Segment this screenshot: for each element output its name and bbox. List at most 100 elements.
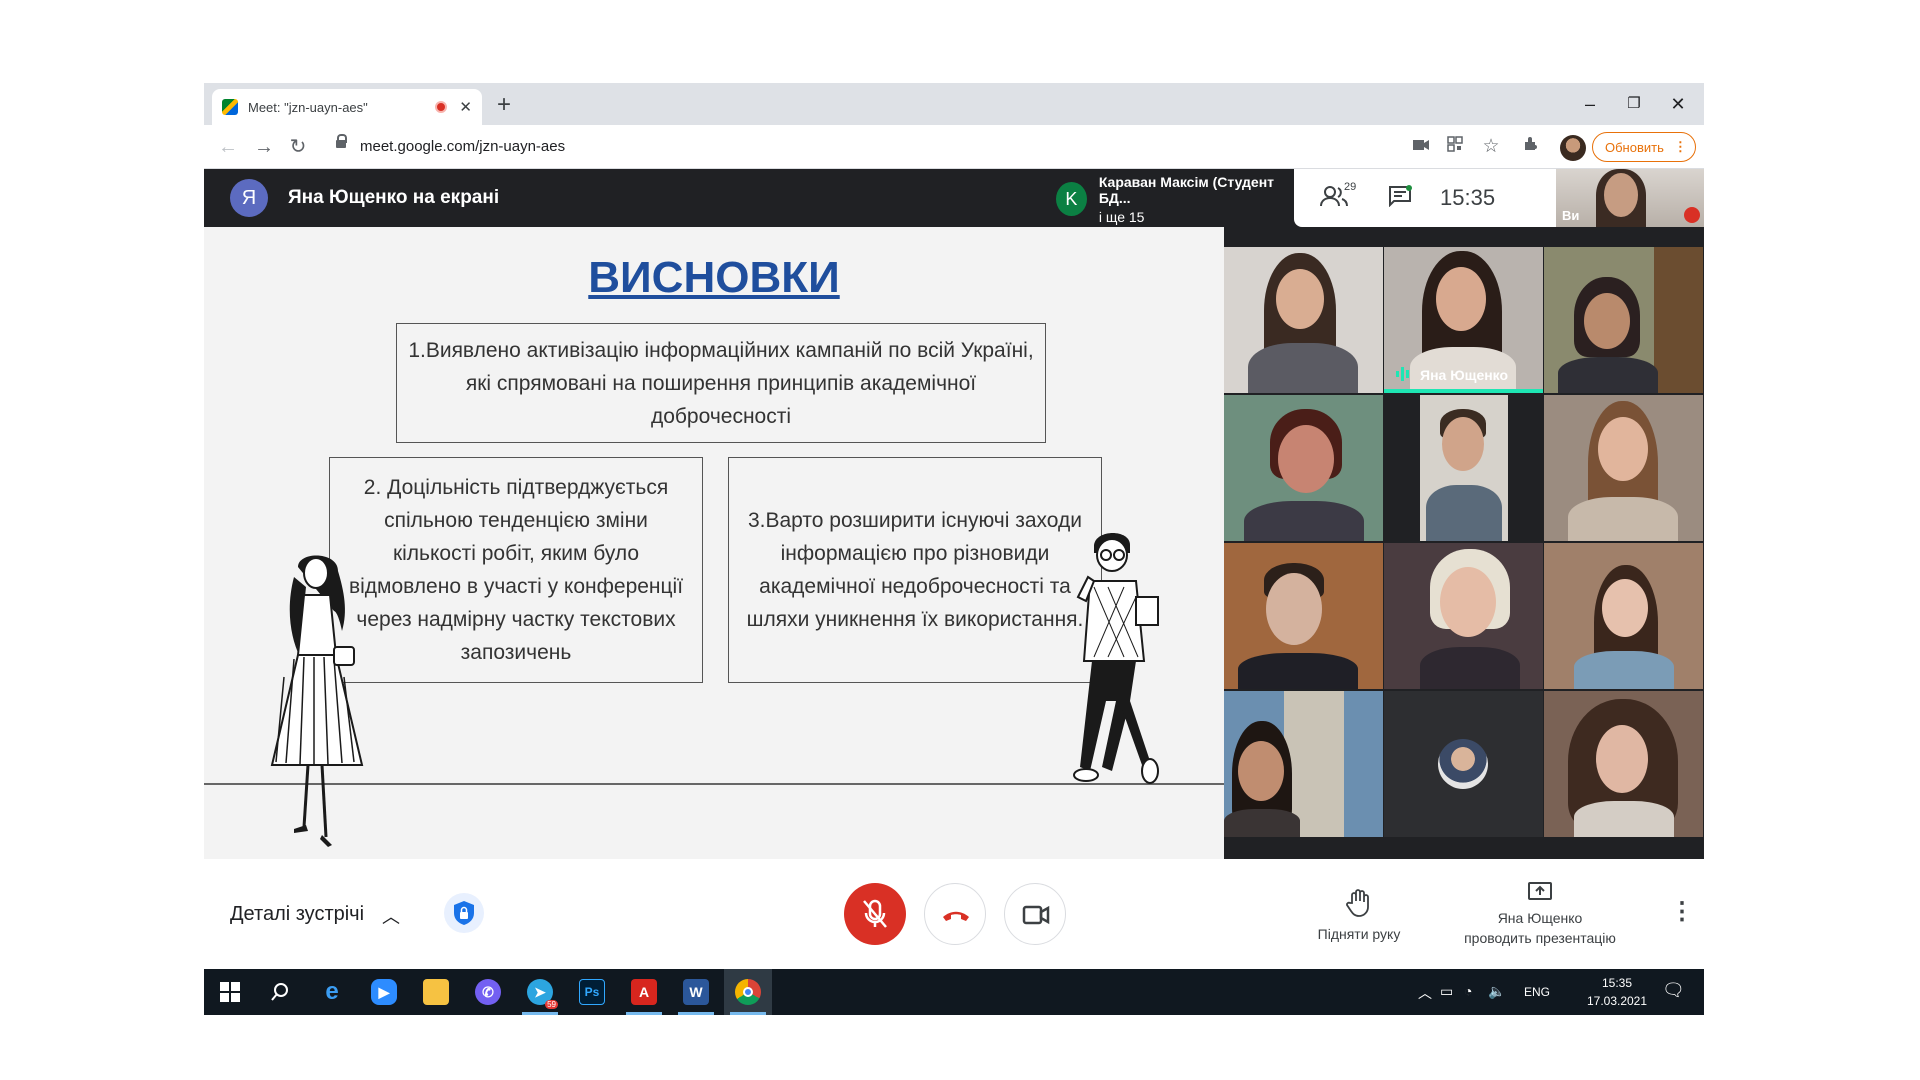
- tab-title: Meet: "jzn-uayn-aes": [248, 99, 368, 115]
- raise-hand-label: Підняти руку: [1317, 926, 1401, 942]
- participants-grid: Яна Ющенко: [1224, 227, 1704, 859]
- hand-icon: [1346, 889, 1369, 917]
- extensions-icon[interactable]: [1520, 136, 1542, 158]
- camera-icon: [1022, 905, 1050, 925]
- edge-icon: e: [325, 978, 339, 1005]
- tray-chevron-icon[interactable]: ︿: [1418, 983, 1432, 1003]
- browser-toolbar: ← → ↻ meet.google.com/jzn-uayn-aes ☆ Обн…: [204, 125, 1704, 169]
- participant-tile[interactable]: [1224, 395, 1383, 541]
- recording-icon: [435, 101, 448, 113]
- qr-code-icon[interactable]: [1444, 136, 1466, 158]
- speaker-name: Караван Максім (Студент БД...: [1098, 173, 1275, 206]
- taskbar-chrome[interactable]: [724, 969, 772, 1015]
- mic-off-icon: [863, 899, 887, 928]
- taskbar-edge[interactable]: e: [308, 969, 356, 1015]
- conclusion-box-2: 2. Доцільність підтверджується спільною …: [329, 457, 703, 683]
- participant-tile[interactable]: [1384, 395, 1543, 541]
- start-button[interactable]: [206, 969, 254, 1015]
- language-indicator[interactable]: ENG: [1524, 985, 1550, 999]
- profile-avatar[interactable]: [1560, 135, 1586, 161]
- participant-tile[interactable]: [1384, 543, 1543, 689]
- mic-off-icon: [1684, 207, 1700, 223]
- telegram-badge: 59: [545, 1000, 558, 1009]
- windows-logo-icon: [220, 982, 240, 1002]
- phone-hangup-icon: [943, 911, 969, 921]
- presenting-status-button[interactable]: Яна Ющенко проводить презентацію: [1460, 881, 1620, 948]
- taskbar-photoshop[interactable]: Ps: [568, 969, 616, 1015]
- search-button[interactable]: [256, 969, 304, 1015]
- battery-icon[interactable]: ▭: [1440, 983, 1453, 1000]
- close-window-button[interactable]: ✕: [1658, 89, 1698, 119]
- active-speakers-chip[interactable]: K Караван Максім (Студент БД... і ще 15: [1050, 173, 1290, 225]
- participant-tile[interactable]: [1544, 543, 1703, 689]
- viber-icon: ✆: [475, 979, 501, 1005]
- url-text: meet.google.com/jzn-uayn-aes: [360, 138, 566, 155]
- self-view-tile[interactable]: Ви: [1556, 169, 1704, 227]
- self-face: [1604, 173, 1638, 217]
- windows-taskbar: e ▶ ✆ ➤ 59 Ps A W ︿ ▭ ◔ 🔈 ENG 15:35 17.0…: [204, 969, 1704, 1015]
- browser-tab-meet[interactable]: Meet: "jzn-uayn-aes" ✕: [212, 89, 482, 125]
- back-icon[interactable]: ←: [214, 133, 242, 161]
- restore-button[interactable]: ❐: [1614, 89, 1654, 119]
- chrome-icon: [735, 979, 761, 1005]
- taskbar-viber[interactable]: ✆: [464, 969, 512, 1015]
- speaking-bar: [1384, 389, 1543, 393]
- system-tray: ︿ ▭ ◔ 🔈 ENG 15:35 17.03.2021 🗨: [1414, 969, 1704, 1015]
- meeting-details-button[interactable]: Деталі зустрічі: [230, 903, 364, 926]
- slide-title: ВИСНОВКИ: [588, 253, 840, 302]
- presenting-line2: проводить презентацію: [1464, 930, 1616, 946]
- lock-icon: [336, 134, 347, 151]
- minimize-button[interactable]: –: [1570, 89, 1610, 119]
- meet-header-actions: 29 15:35: [1294, 169, 1556, 227]
- taskbar-clock[interactable]: 15:35 17.03.2021: [1582, 974, 1652, 1010]
- participant-tile-active-speaker[interactable]: Яна Ющенко: [1384, 247, 1543, 393]
- chevron-up-icon[interactable]: ︿: [382, 903, 400, 929]
- new-tab-button[interactable]: +: [489, 91, 519, 119]
- update-browser-button[interactable]: Обновить ⋮: [1592, 132, 1696, 162]
- participant-name-label: Яна Ющенко: [1420, 367, 1509, 383]
- meeting-controls: Деталі зустрічі ︿ Підняти руку Яна Ющенк…: [204, 859, 1704, 969]
- taskbar-date: 17.03.2021: [1586, 994, 1648, 1008]
- participant-tile[interactable]: [1224, 247, 1383, 393]
- participant-tile[interactable]: [1224, 543, 1383, 689]
- search-icon: [271, 983, 288, 1001]
- girl-illustration: [270, 555, 364, 847]
- conclusion-box-1: 1.Виявлено активізацію інформаційних кам…: [396, 323, 1046, 443]
- taskbar-zoom[interactable]: ▶: [360, 969, 408, 1015]
- host-controls-button[interactable]: [444, 893, 484, 933]
- taskbar-acrobat[interactable]: A: [620, 969, 668, 1015]
- notifications-icon[interactable]: 🗨: [1662, 980, 1685, 1001]
- wifi-icon[interactable]: ◔: [1464, 983, 1472, 999]
- menu-dots-icon: ⋮: [1673, 139, 1687, 154]
- taskbar-word[interactable]: W: [672, 969, 720, 1015]
- leave-call-button[interactable]: [924, 883, 986, 945]
- taskbar-telegram[interactable]: ➤ 59: [516, 969, 564, 1015]
- camera-toggle-button[interactable]: [1004, 883, 1066, 945]
- bookmark-star-icon[interactable]: ☆: [1480, 136, 1502, 158]
- participant-tile[interactable]: [1544, 395, 1703, 541]
- more-options-icon[interactable]: ⋮: [1670, 897, 1694, 926]
- speaker-more: і ще 15: [1098, 208, 1145, 225]
- forward-icon[interactable]: →: [250, 133, 278, 161]
- participant-tile[interactable]: [1544, 691, 1703, 837]
- taskbar-explorer[interactable]: [412, 969, 460, 1015]
- present-screen-icon: [1528, 882, 1552, 900]
- meet-header: Я Яна Ющенко на екрані K Караван Максім …: [204, 169, 1704, 227]
- presentation-slide: ВИСНОВКИ 1.Виявлено активізацію інформац…: [204, 227, 1224, 859]
- presenter-avatar: Я: [230, 179, 268, 217]
- speaker-avatar: K: [1056, 182, 1087, 216]
- chat-icon[interactable]: [1388, 185, 1412, 207]
- participant-tile[interactable]: [1384, 691, 1543, 837]
- tab-strip: Meet: "jzn-uayn-aes" ✕ + – ❐ ✕: [204, 83, 1704, 125]
- volume-icon[interactable]: 🔈: [1488, 983, 1505, 1000]
- raise-hand-button[interactable]: Підняти руку: [1304, 889, 1414, 942]
- participant-tile[interactable]: [1544, 247, 1703, 393]
- presenter-label: Яна Ющенко на екрані: [288, 187, 500, 208]
- shield-icon: [454, 901, 474, 925]
- reload-icon[interactable]: ↻: [284, 133, 312, 161]
- microphone-toggle-button[interactable]: [844, 883, 906, 945]
- update-label: Обновить: [1605, 139, 1664, 155]
- camera-in-use-icon[interactable]: [1410, 136, 1432, 158]
- participant-tile[interactable]: [1224, 691, 1383, 837]
- tab-close-icon[interactable]: ✕: [459, 98, 472, 116]
